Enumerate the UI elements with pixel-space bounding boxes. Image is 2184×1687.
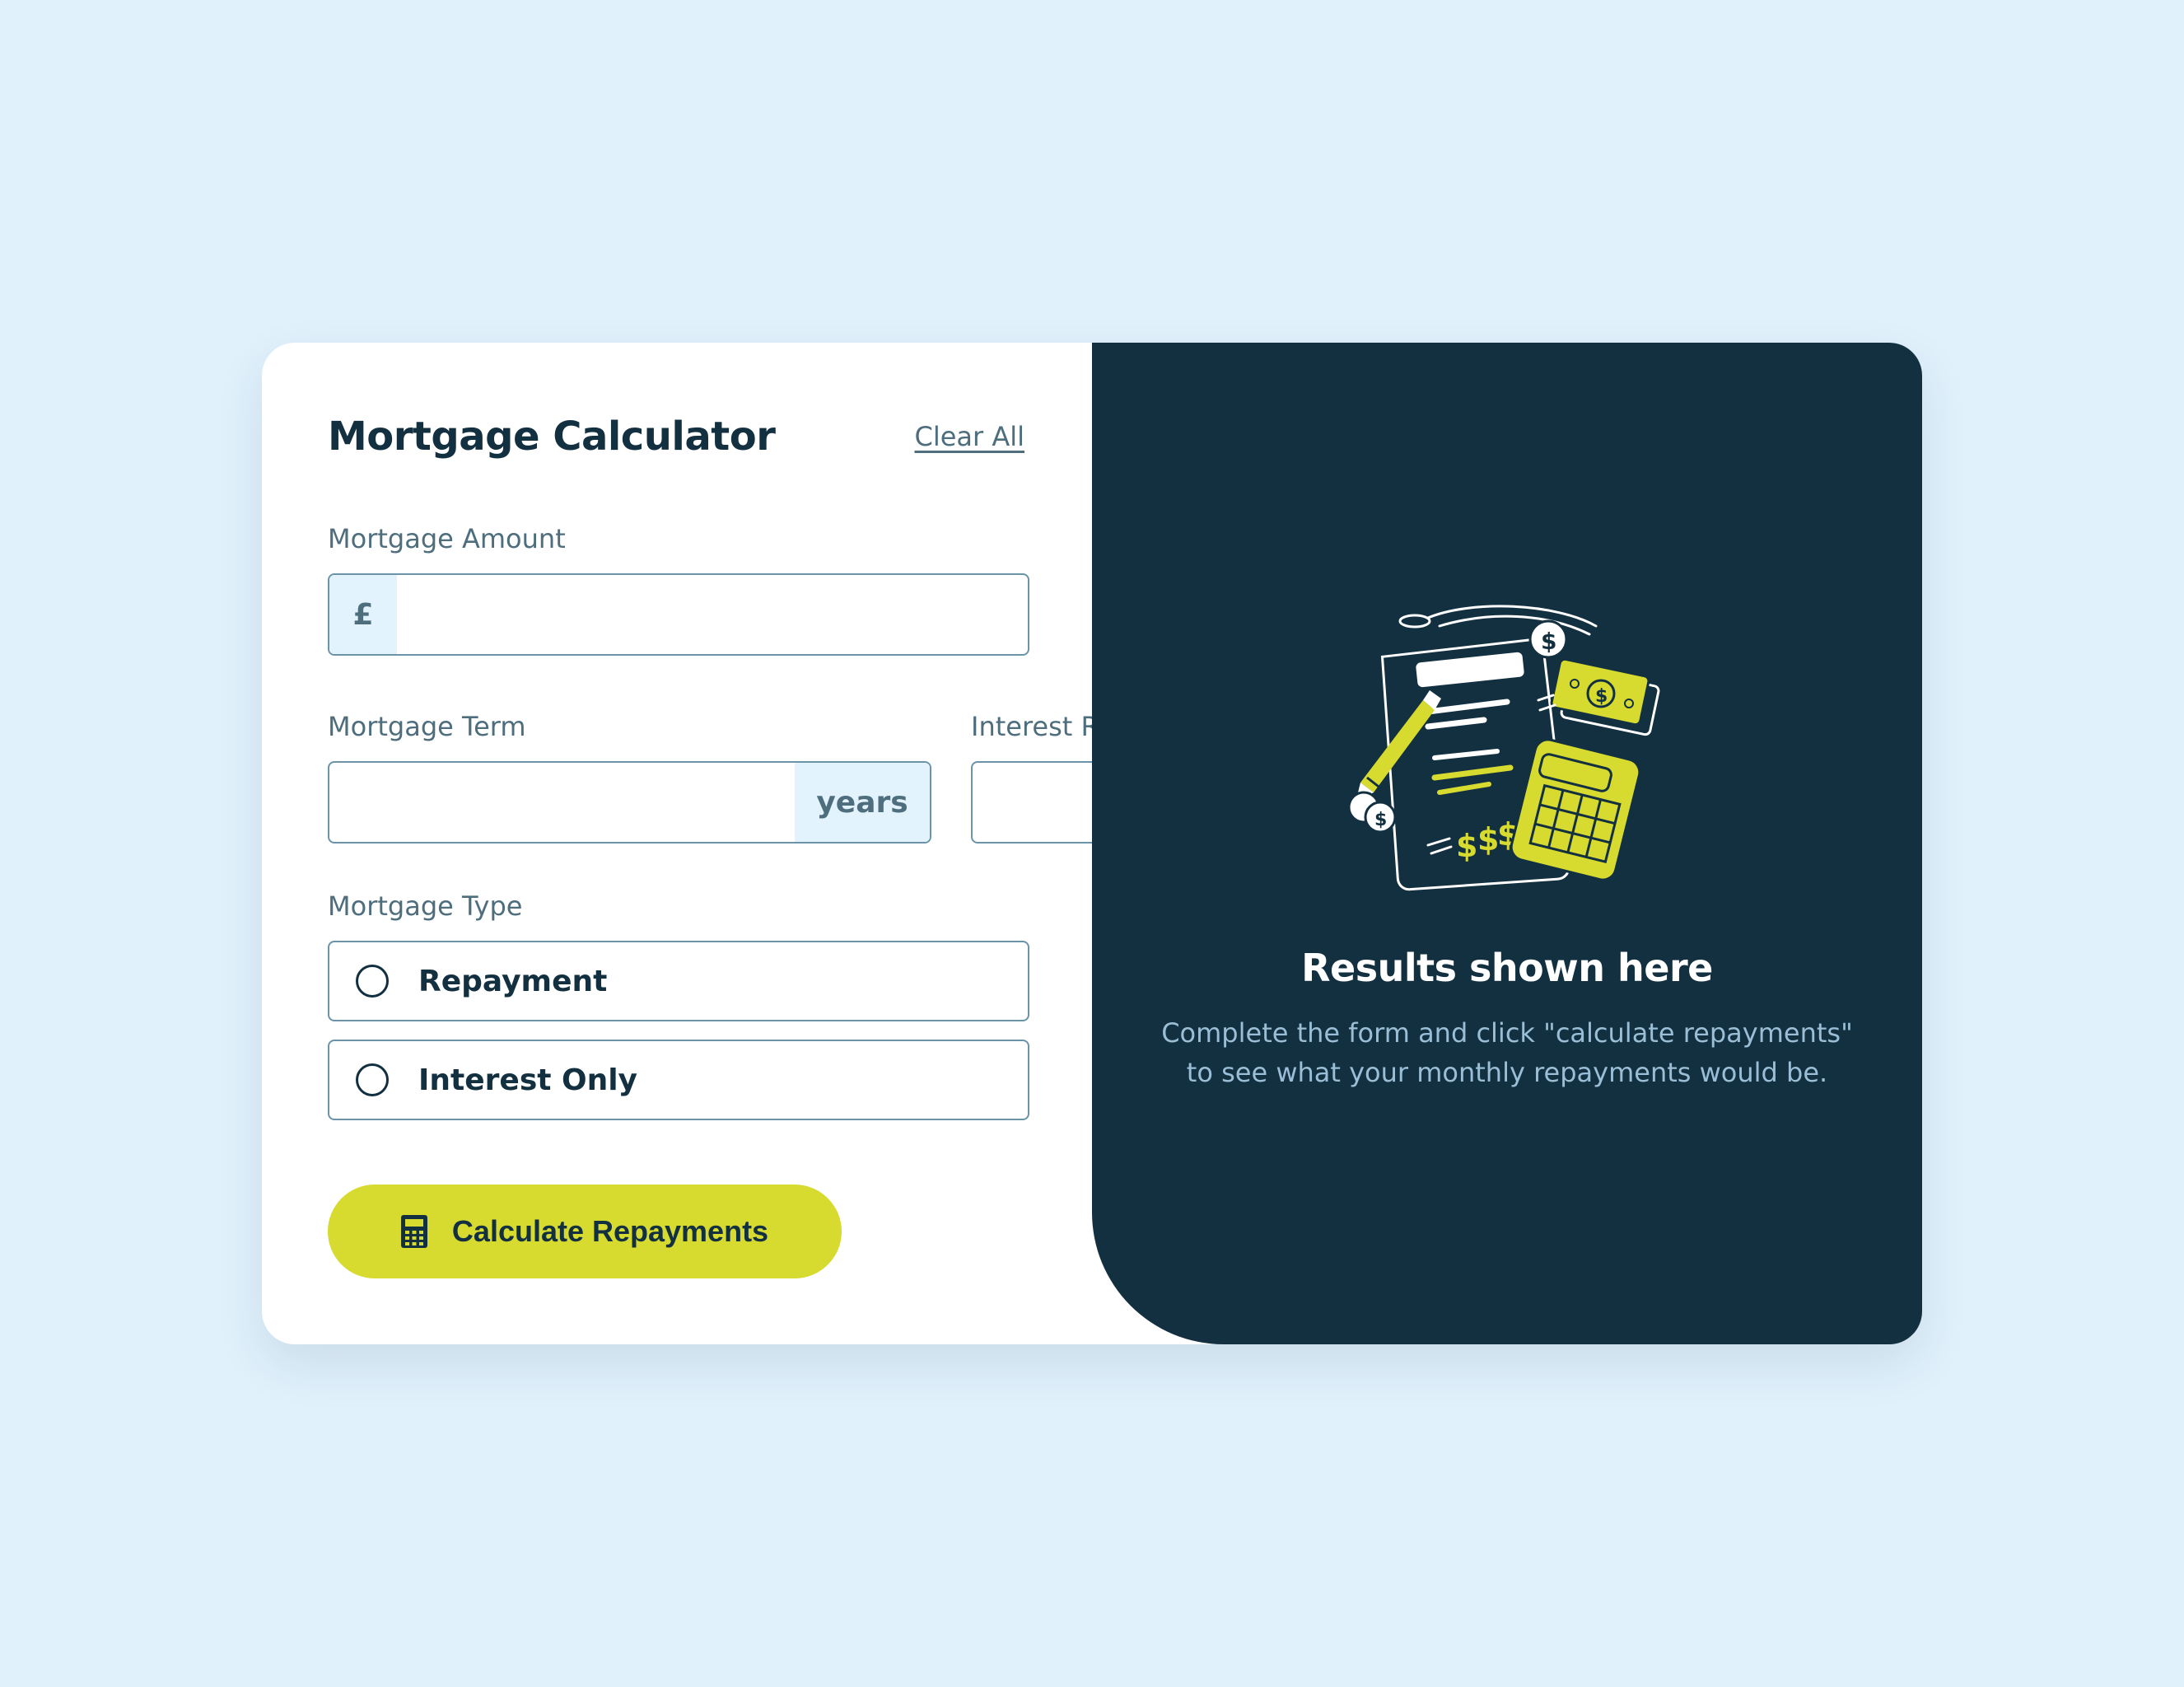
svg-text:$: $: [1374, 810, 1387, 830]
calculator-icon: [400, 1215, 427, 1248]
years-suffix: years: [795, 763, 930, 842]
radio-label-interest-only: Interest Only: [418, 1063, 638, 1097]
term-rate-row: Mortgage Term years Interest Rate %: [328, 710, 1522, 844]
mortgage-term-field: Mortgage Term years: [328, 710, 931, 844]
currency-prefix: £: [329, 575, 397, 654]
mortgage-calculator-card: Mortgage Calculator Clear All Mortgage A…: [262, 343, 1922, 1344]
results-title: Results shown here: [1301, 946, 1713, 990]
mortgage-type-label: Mortgage Type: [328, 890, 523, 922]
svg-text:$: $: [1595, 686, 1608, 707]
radio-label-repayment: Repayment: [418, 964, 608, 998]
mortgage-term-label: Mortgage Term: [328, 711, 526, 742]
mortgage-amount-input[interactable]: [397, 575, 1028, 654]
mortgage-amount-input-group: £: [328, 573, 1029, 656]
mortgage-amount-field: Mortgage Amount £: [328, 522, 1029, 656]
radio-option-interest-only[interactable]: Interest Only: [328, 1040, 1029, 1120]
mortgage-type-field: Mortgage Type Repayment Interest Only: [328, 890, 1029, 1120]
radio-button-repayment[interactable]: [356, 965, 389, 998]
results-description: Complete the form and click "calculate r…: [1161, 1017, 1853, 1088]
clear-all-link[interactable]: Clear All: [914, 421, 1024, 452]
mortgage-amount-label: Mortgage Amount: [328, 523, 566, 554]
svg-text:$: $: [1477, 821, 1499, 858]
mortgage-term-input[interactable]: [329, 763, 795, 842]
radio-button-interest-only[interactable]: [356, 1063, 389, 1096]
mortgage-term-input-group: years: [328, 761, 931, 844]
calculate-repayments-button[interactable]: Calculate Repayments: [328, 1185, 842, 1278]
form-header: Mortgage Calculator Clear All: [328, 409, 1029, 465]
calculate-repayments-label: Calculate Repayments: [451, 1214, 769, 1248]
page-title: Mortgage Calculator: [328, 414, 776, 460]
empty-results-illustration: $ $ $ $ $ $: [1347, 601, 1665, 891]
svg-text:$: $: [1456, 828, 1477, 864]
results-panel: $ $ $ $ $ $ Results shown here Complete …: [1092, 343, 1922, 1344]
svg-text:$: $: [1541, 628, 1556, 655]
calculator-form-panel: Mortgage Calculator Clear All Mortgage A…: [262, 343, 1522, 1344]
radio-option-repayment[interactable]: Repayment: [328, 941, 1029, 1021]
